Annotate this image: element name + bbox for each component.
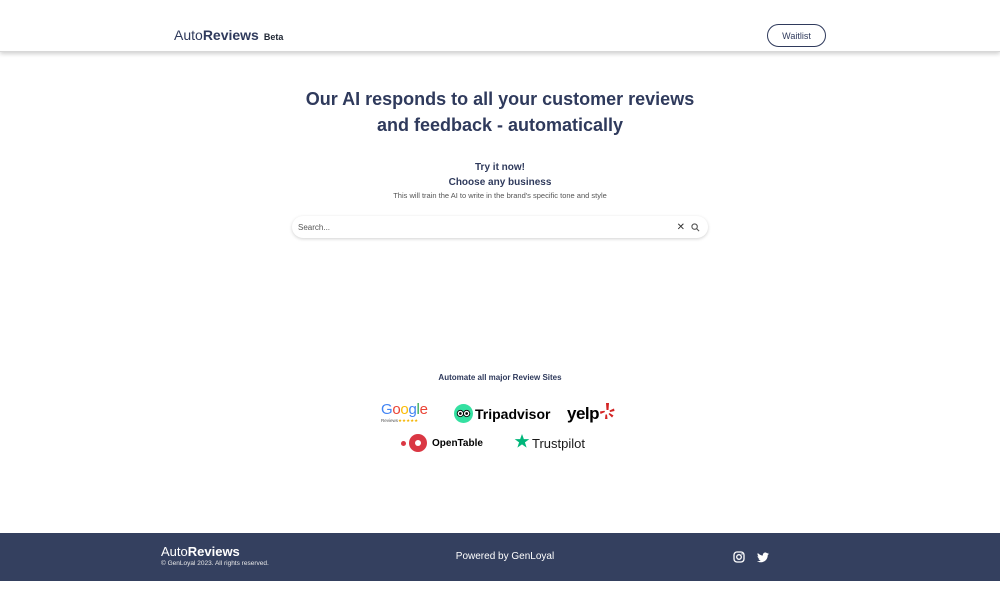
- try-it-block: Try it now! Choose any business: [300, 160, 700, 190]
- google-wordmark: Google: [381, 401, 428, 418]
- powered-by: Powered by GenLoyal: [455, 551, 555, 562]
- tripadvisor-logo: Tripadvisor: [454, 404, 550, 423]
- hero-subtitle: This will train the AI to write in the b…: [393, 191, 607, 200]
- search-input[interactable]: [298, 222, 677, 232]
- footer-brand-bold: Reviews: [187, 544, 240, 559]
- footer-brand-light: Auto: [161, 544, 188, 559]
- opentable-logo: OpenTable: [401, 434, 483, 452]
- waitlist-button[interactable]: Waitlist: [767, 24, 826, 47]
- search-icon[interactable]: [691, 222, 700, 232]
- google-reviews-logo: Google Reviews★★★★★: [381, 402, 428, 424]
- business-search-bar: ✕: [292, 216, 708, 238]
- choose-business-label: Choose any business: [448, 177, 552, 188]
- copyright: © GenLoyal 2023. All rights reserved.: [161, 560, 269, 567]
- instagram-icon[interactable]: [733, 551, 745, 563]
- opentable-label: OpenTable: [432, 437, 483, 449]
- tripadvisor-label: Tripadvisor: [475, 405, 551, 422]
- owl-icon: [454, 404, 473, 423]
- footer: AutoReviews © GenLoyal 2023. All rights …: [0, 533, 1000, 581]
- brand-light: Auto: [174, 27, 203, 43]
- yelp-logo: yelp: [567, 402, 615, 425]
- google-sub: Reviews★★★★★: [381, 418, 419, 423]
- footer-brand[interactable]: AutoReviews: [161, 544, 240, 559]
- review-sites-heading: Automate all major Review Sites: [438, 373, 562, 382]
- opentable-dot-icon: [401, 440, 406, 446]
- hero-title-line1: Our AI responds to all your customer rev…: [305, 89, 695, 109]
- close-icon[interactable]: ✕: [677, 222, 685, 233]
- brand-logo[interactable]: Auto Reviews Beta: [174, 27, 283, 43]
- try-label: Try it now!: [475, 162, 525, 173]
- beta-badge: Beta: [263, 32, 284, 42]
- hero-title: Our AI responds to all your customer rev…: [250, 86, 750, 138]
- trustpilot-label: Trustpilot: [532, 436, 585, 451]
- trustpilot-logo: Trustpilot: [514, 433, 585, 454]
- social-links: [733, 551, 769, 563]
- trustpilot-star-icon: [514, 433, 530, 454]
- top-nav: Auto Reviews Beta Waitlist: [0, 0, 1000, 52]
- yelp-burst-icon: [599, 402, 615, 425]
- brand-bold: Reviews: [202, 27, 259, 43]
- yelp-label: yelp: [567, 403, 600, 423]
- twitter-icon[interactable]: [757, 551, 769, 563]
- opentable-circle-icon: [409, 434, 427, 452]
- hero-title-line2: and feedback - automatically: [376, 115, 624, 135]
